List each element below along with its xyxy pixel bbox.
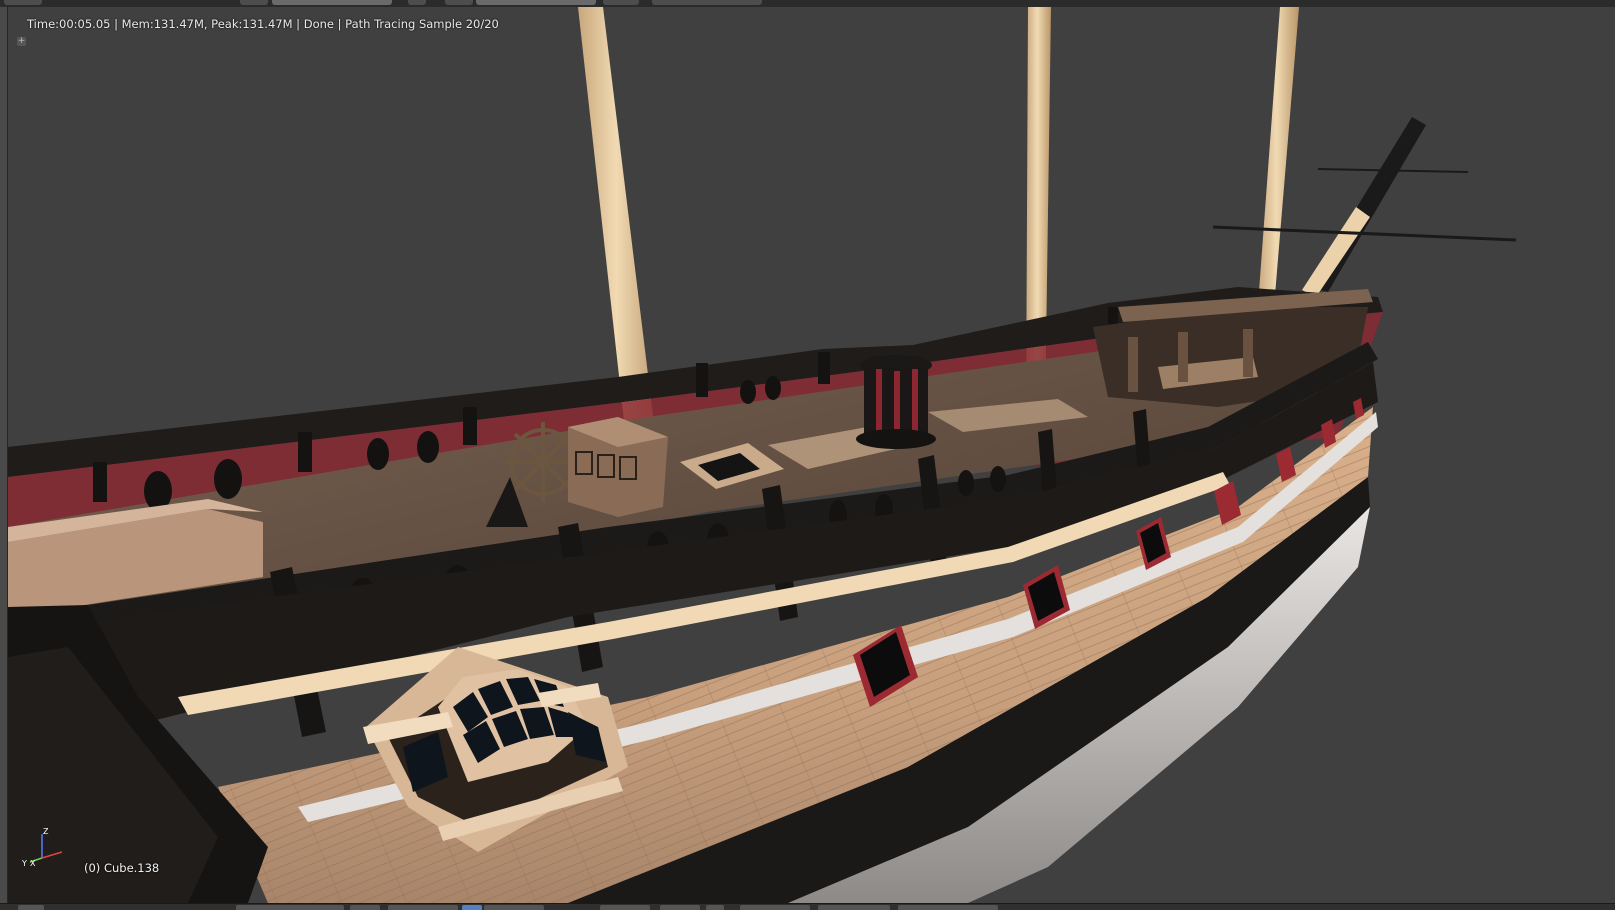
manipulator-toggle[interactable] bbox=[462, 905, 482, 910]
pivot-buttons[interactable] bbox=[388, 905, 458, 910]
header-menu-button-2[interactable] bbox=[445, 0, 473, 5]
header-field-2[interactable] bbox=[476, 0, 596, 5]
capstan bbox=[856, 355, 936, 449]
header-toggle-2[interactable] bbox=[603, 0, 639, 5]
editor-type-button[interactable] bbox=[4, 0, 42, 5]
axis-gizmo: Z Y X bbox=[21, 827, 63, 867]
x-axis-line bbox=[41, 851, 63, 859]
header-menu-button[interactable] bbox=[240, 0, 268, 5]
render-buttons[interactable] bbox=[898, 905, 998, 910]
rendered-ship-scene bbox=[8, 7, 1517, 903]
render-status-text: Time:00:05.05 | Mem:131.47M, Peak:131.47… bbox=[27, 17, 499, 31]
header-toggle[interactable] bbox=[408, 0, 426, 5]
bowsprit-light bbox=[1302, 207, 1370, 297]
layer-buttons[interactable] bbox=[600, 905, 650, 910]
header-field[interactable] bbox=[272, 0, 392, 5]
mizzen-mast bbox=[1258, 7, 1299, 307]
layer-buttons-2[interactable] bbox=[660, 905, 700, 910]
shading-dropdown[interactable] bbox=[350, 905, 380, 910]
editor-type-button-bottom[interactable] bbox=[18, 905, 44, 910]
transform-buttons[interactable] bbox=[484, 905, 544, 910]
y-axis-label: Y bbox=[21, 859, 27, 867]
region-split-handle[interactable]: + bbox=[17, 37, 26, 46]
x-axis-label: X bbox=[30, 859, 36, 867]
proportional-buttons[interactable] bbox=[818, 905, 890, 910]
snap-buttons[interactable] bbox=[740, 905, 810, 910]
mode-dropdown[interactable] bbox=[236, 905, 344, 910]
3d-viewport[interactable]: Time:00:05.05 | Mem:131.47M, Peak:131.47… bbox=[8, 7, 1615, 903]
lock-button[interactable] bbox=[706, 905, 724, 910]
toolbar-edge[interactable] bbox=[0, 7, 8, 903]
header-dropdown[interactable] bbox=[652, 0, 762, 5]
z-axis-label: Z bbox=[43, 827, 49, 836]
active-object-label: (0) Cube.138 bbox=[84, 861, 160, 875]
